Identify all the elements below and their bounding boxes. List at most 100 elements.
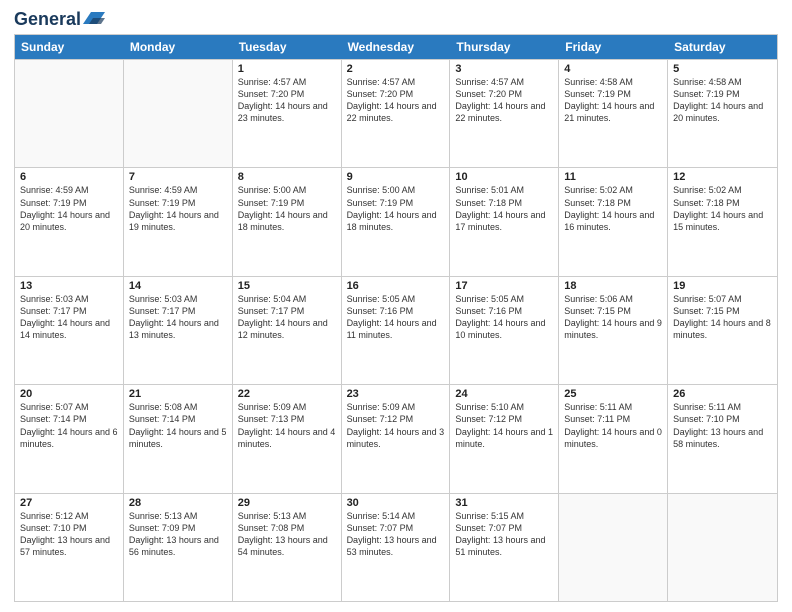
day-cell-23: 23Sunrise: 5:09 AM Sunset: 7:12 PM Dayli… xyxy=(342,385,451,492)
day-cell-9: 9Sunrise: 5:00 AM Sunset: 7:19 PM Daylig… xyxy=(342,168,451,275)
day-details: Sunrise: 4:59 AM Sunset: 7:19 PM Dayligh… xyxy=(20,184,118,233)
day-number: 24 xyxy=(455,388,553,400)
day-number: 30 xyxy=(347,497,445,509)
logo-general: General xyxy=(14,10,81,30)
day-details: Sunrise: 5:03 AM Sunset: 7:17 PM Dayligh… xyxy=(20,293,118,342)
day-cell-19: 19Sunrise: 5:07 AM Sunset: 7:15 PM Dayli… xyxy=(668,277,777,384)
day-cell-3: 3Sunrise: 4:57 AM Sunset: 7:20 PM Daylig… xyxy=(450,60,559,167)
day-details: Sunrise: 5:15 AM Sunset: 7:07 PM Dayligh… xyxy=(455,510,553,559)
calendar-row-3: 13Sunrise: 5:03 AM Sunset: 7:17 PM Dayli… xyxy=(15,276,777,384)
day-number: 9 xyxy=(347,171,445,183)
day-cell-13: 13Sunrise: 5:03 AM Sunset: 7:17 PM Dayli… xyxy=(15,277,124,384)
day-details: Sunrise: 5:14 AM Sunset: 7:07 PM Dayligh… xyxy=(347,510,445,559)
day-cell-25: 25Sunrise: 5:11 AM Sunset: 7:11 PM Dayli… xyxy=(559,385,668,492)
day-details: Sunrise: 5:00 AM Sunset: 7:19 PM Dayligh… xyxy=(347,184,445,233)
day-details: Sunrise: 5:13 AM Sunset: 7:08 PM Dayligh… xyxy=(238,510,336,559)
day-number: 7 xyxy=(129,171,227,183)
day-details: Sunrise: 5:13 AM Sunset: 7:09 PM Dayligh… xyxy=(129,510,227,559)
day-details: Sunrise: 5:05 AM Sunset: 7:16 PM Dayligh… xyxy=(455,293,553,342)
weekday-header-thursday: Thursday xyxy=(450,35,559,59)
calendar-row-4: 20Sunrise: 5:07 AM Sunset: 7:14 PM Dayli… xyxy=(15,384,777,492)
day-number: 28 xyxy=(129,497,227,509)
day-cell-22: 22Sunrise: 5:09 AM Sunset: 7:13 PM Dayli… xyxy=(233,385,342,492)
day-number: 15 xyxy=(238,280,336,292)
calendar-body: 1Sunrise: 4:57 AM Sunset: 7:20 PM Daylig… xyxy=(15,59,777,601)
day-number: 2 xyxy=(347,63,445,75)
day-details: Sunrise: 5:09 AM Sunset: 7:12 PM Dayligh… xyxy=(347,401,445,450)
day-cell-30: 30Sunrise: 5:14 AM Sunset: 7:07 PM Dayli… xyxy=(342,494,451,601)
day-cell-29: 29Sunrise: 5:13 AM Sunset: 7:08 PM Dayli… xyxy=(233,494,342,601)
day-details: Sunrise: 5:02 AM Sunset: 7:18 PM Dayligh… xyxy=(673,184,772,233)
day-number: 17 xyxy=(455,280,553,292)
day-number: 11 xyxy=(564,171,662,183)
day-cell-5: 5Sunrise: 4:58 AM Sunset: 7:19 PM Daylig… xyxy=(668,60,777,167)
day-cell-15: 15Sunrise: 5:04 AM Sunset: 7:17 PM Dayli… xyxy=(233,277,342,384)
day-details: Sunrise: 5:03 AM Sunset: 7:17 PM Dayligh… xyxy=(129,293,227,342)
day-cell-4: 4Sunrise: 4:58 AM Sunset: 7:19 PM Daylig… xyxy=(559,60,668,167)
day-cell-31: 31Sunrise: 5:15 AM Sunset: 7:07 PM Dayli… xyxy=(450,494,559,601)
empty-cell xyxy=(668,494,777,601)
day-details: Sunrise: 4:57 AM Sunset: 7:20 PM Dayligh… xyxy=(347,76,445,125)
day-number: 18 xyxy=(564,280,662,292)
weekday-header-sunday: Sunday xyxy=(15,35,124,59)
day-cell-27: 27Sunrise: 5:12 AM Sunset: 7:10 PM Dayli… xyxy=(15,494,124,601)
weekday-header-tuesday: Tuesday xyxy=(233,35,342,59)
logo: General xyxy=(14,10,105,26)
day-cell-1: 1Sunrise: 4:57 AM Sunset: 7:20 PM Daylig… xyxy=(233,60,342,167)
day-cell-11: 11Sunrise: 5:02 AM Sunset: 7:18 PM Dayli… xyxy=(559,168,668,275)
calendar-row-2: 6Sunrise: 4:59 AM Sunset: 7:19 PM Daylig… xyxy=(15,167,777,275)
day-details: Sunrise: 5:05 AM Sunset: 7:16 PM Dayligh… xyxy=(347,293,445,342)
empty-cell xyxy=(559,494,668,601)
day-details: Sunrise: 4:57 AM Sunset: 7:20 PM Dayligh… xyxy=(455,76,553,125)
day-details: Sunrise: 4:59 AM Sunset: 7:19 PM Dayligh… xyxy=(129,184,227,233)
day-number: 3 xyxy=(455,63,553,75)
day-cell-20: 20Sunrise: 5:07 AM Sunset: 7:14 PM Dayli… xyxy=(15,385,124,492)
day-cell-14: 14Sunrise: 5:03 AM Sunset: 7:17 PM Dayli… xyxy=(124,277,233,384)
day-details: Sunrise: 4:58 AM Sunset: 7:19 PM Dayligh… xyxy=(673,76,772,125)
day-number: 26 xyxy=(673,388,772,400)
day-details: Sunrise: 4:57 AM Sunset: 7:20 PM Dayligh… xyxy=(238,76,336,125)
day-number: 20 xyxy=(20,388,118,400)
day-cell-24: 24Sunrise: 5:10 AM Sunset: 7:12 PM Dayli… xyxy=(450,385,559,492)
day-details: Sunrise: 5:02 AM Sunset: 7:18 PM Dayligh… xyxy=(564,184,662,233)
calendar-row-5: 27Sunrise: 5:12 AM Sunset: 7:10 PM Dayli… xyxy=(15,493,777,601)
day-details: Sunrise: 5:11 AM Sunset: 7:11 PM Dayligh… xyxy=(564,401,662,450)
day-number: 14 xyxy=(129,280,227,292)
day-cell-8: 8Sunrise: 5:00 AM Sunset: 7:19 PM Daylig… xyxy=(233,168,342,275)
day-details: Sunrise: 5:01 AM Sunset: 7:18 PM Dayligh… xyxy=(455,184,553,233)
day-details: Sunrise: 5:10 AM Sunset: 7:12 PM Dayligh… xyxy=(455,401,553,450)
logo-icon xyxy=(83,10,105,26)
day-number: 19 xyxy=(673,280,772,292)
day-cell-18: 18Sunrise: 5:06 AM Sunset: 7:15 PM Dayli… xyxy=(559,277,668,384)
calendar: SundayMondayTuesdayWednesdayThursdayFrid… xyxy=(14,34,778,602)
day-number: 21 xyxy=(129,388,227,400)
day-number: 5 xyxy=(673,63,772,75)
day-cell-10: 10Sunrise: 5:01 AM Sunset: 7:18 PM Dayli… xyxy=(450,168,559,275)
day-number: 27 xyxy=(20,497,118,509)
day-number: 29 xyxy=(238,497,336,509)
day-cell-26: 26Sunrise: 5:11 AM Sunset: 7:10 PM Dayli… xyxy=(668,385,777,492)
day-cell-17: 17Sunrise: 5:05 AM Sunset: 7:16 PM Dayli… xyxy=(450,277,559,384)
day-number: 8 xyxy=(238,171,336,183)
empty-cell xyxy=(124,60,233,167)
day-number: 25 xyxy=(564,388,662,400)
day-number: 31 xyxy=(455,497,553,509)
empty-cell xyxy=(15,60,124,167)
weekday-header-saturday: Saturday xyxy=(668,35,777,59)
day-number: 23 xyxy=(347,388,445,400)
calendar-row-1: 1Sunrise: 4:57 AM Sunset: 7:20 PM Daylig… xyxy=(15,59,777,167)
day-cell-7: 7Sunrise: 4:59 AM Sunset: 7:19 PM Daylig… xyxy=(124,168,233,275)
weekday-header-monday: Monday xyxy=(124,35,233,59)
day-details: Sunrise: 5:07 AM Sunset: 7:14 PM Dayligh… xyxy=(20,401,118,450)
day-number: 6 xyxy=(20,171,118,183)
day-details: Sunrise: 5:12 AM Sunset: 7:10 PM Dayligh… xyxy=(20,510,118,559)
day-number: 4 xyxy=(564,63,662,75)
day-cell-28: 28Sunrise: 5:13 AM Sunset: 7:09 PM Dayli… xyxy=(124,494,233,601)
day-number: 10 xyxy=(455,171,553,183)
day-number: 16 xyxy=(347,280,445,292)
day-number: 13 xyxy=(20,280,118,292)
calendar-header: SundayMondayTuesdayWednesdayThursdayFrid… xyxy=(15,35,777,59)
day-details: Sunrise: 4:58 AM Sunset: 7:19 PM Dayligh… xyxy=(564,76,662,125)
day-details: Sunrise: 5:09 AM Sunset: 7:13 PM Dayligh… xyxy=(238,401,336,450)
day-details: Sunrise: 5:11 AM Sunset: 7:10 PM Dayligh… xyxy=(673,401,772,450)
